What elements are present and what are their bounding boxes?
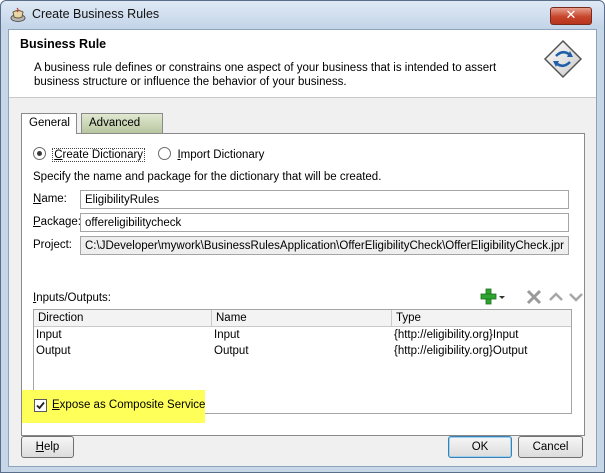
checkmark-icon: [36, 401, 45, 410]
package-field[interactable]: [80, 213, 569, 232]
import-dictionary-radio[interactable]: [158, 147, 172, 160]
package-label: Package:: [33, 216, 81, 228]
expose-composite-label[interactable]: Expose as Composite Service: [52, 399, 205, 411]
dialog-body: Business Rule A business rule defines or…: [8, 29, 597, 467]
name-label: Name:: [33, 193, 67, 205]
column-header-name[interactable]: Name: [212, 310, 392, 327]
help-button[interactable]: Help: [21, 436, 74, 458]
package-label-text: ackage:: [40, 216, 81, 228]
title-bar[interactable]: Create Business Rules ✕: [1, 1, 604, 29]
dictionary-mode-group: Create Dictionary Import Dictionary: [33, 147, 274, 163]
header-title: Business Rule: [20, 37, 107, 51]
expose-label-text: xpose as Composite Service: [59, 399, 206, 411]
inputs-outputs-label: Inputs/Outputs:: [33, 292, 111, 304]
table-row[interactable]: Output Output {http://eligibility.org}Ou…: [34, 344, 571, 360]
delete-icon[interactable]: [526, 288, 542, 306]
io-label-text: nputs/Outputs:: [36, 292, 111, 304]
close-button[interactable]: ✕: [550, 7, 592, 25]
add-icon[interactable]: [480, 288, 506, 306]
cancel-button[interactable]: Cancel: [518, 436, 583, 458]
cell-name: Input: [214, 329, 240, 341]
create-dictionary-label[interactable]: Create Dictionary: [52, 148, 146, 162]
name-label-text: ame:: [41, 193, 67, 205]
column-header-direction[interactable]: Direction: [34, 310, 212, 327]
create-label-text: reate Dictionary: [62, 149, 144, 161]
cell-type: {http://eligibility.org}Input: [394, 329, 519, 341]
import-dictionary-label[interactable]: Import Dictionary: [177, 149, 264, 161]
table-row[interactable]: Input Input {http://eligibility.org}Inpu…: [34, 328, 571, 344]
instruction-text: Specify the name and package for the dic…: [33, 171, 382, 183]
expose-mnemonic: E: [52, 399, 60, 411]
dialog-window: Create Business Rules ✕ Business Rule A …: [0, 0, 605, 473]
jdeveloper-cup-icon: [10, 7, 26, 22]
header-panel: Business Rule A business rule defines or…: [9, 30, 596, 98]
cell-direction: Output: [36, 345, 71, 357]
project-field: [80, 236, 569, 255]
help-label-text: elp: [43, 441, 60, 453]
business-rule-icon: [543, 39, 583, 79]
import-label-text: mport Dictionary: [180, 149, 265, 161]
table-header: Direction Name Type: [34, 310, 571, 327]
move-down-icon[interactable]: [568, 288, 584, 306]
create-dictionary-radio[interactable]: [33, 147, 46, 160]
help-mnemonic: H: [35, 441, 44, 453]
move-up-icon[interactable]: [548, 288, 564, 306]
package-mnemonic: P: [33, 216, 41, 228]
project-label: Project:: [33, 239, 72, 251]
create-mnemonic: C: [54, 149, 63, 161]
name-field[interactable]: [80, 190, 569, 209]
header-description: A business rule defines or constrains on…: [34, 62, 497, 88]
cell-direction: Input: [36, 329, 62, 341]
column-header-type[interactable]: Type: [392, 310, 571, 327]
tab-advanced[interactable]: Advanced: [81, 113, 163, 133]
ok-button[interactable]: OK: [448, 436, 512, 458]
expose-composite-checkbox[interactable]: [34, 399, 47, 412]
tab-general[interactable]: General: [21, 113, 77, 134]
cell-name: Output: [214, 345, 249, 357]
cell-type: {http://eligibility.org}Output: [394, 345, 528, 357]
window-title: Create Business Rules: [32, 7, 160, 21]
io-toolbar: [477, 288, 583, 306]
close-icon: ✕: [565, 8, 577, 23]
